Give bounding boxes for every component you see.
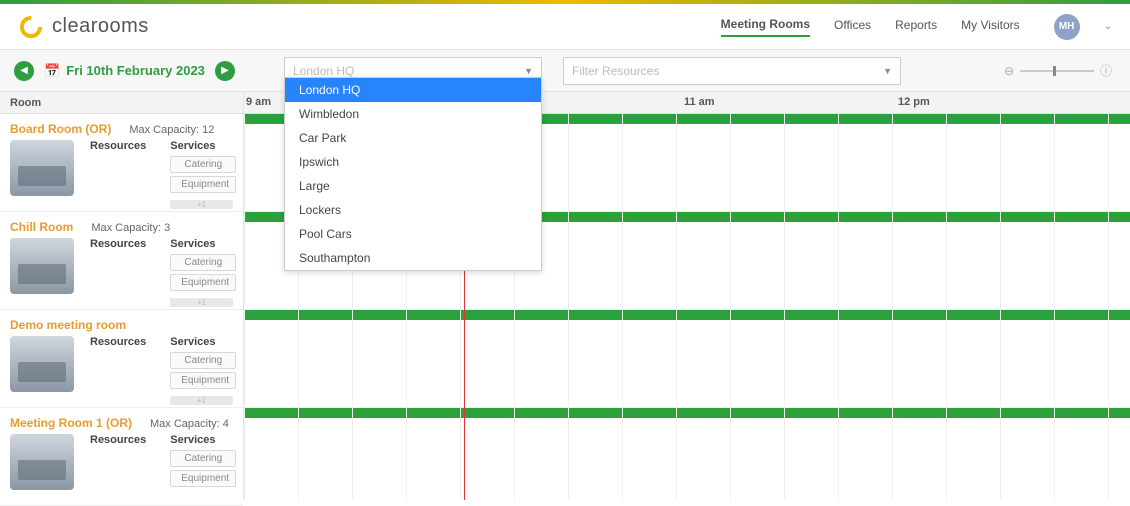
room-name: Meeting Room 1 (OR): [10, 416, 132, 430]
service-tag[interactable]: Equipment: [170, 470, 236, 487]
room-list-column: Room Board Room (OR) Max Capacity: 12 Re…: [0, 92, 244, 500]
calendar-icon: 📅: [44, 63, 60, 79]
expand-bar[interactable]: +1: [170, 298, 233, 307]
logo-icon: [18, 14, 44, 40]
time-tick: 9 am: [246, 96, 271, 108]
chevron-down-icon: ▼: [883, 66, 892, 76]
room-capacity: Max Capacity: 12: [129, 124, 214, 136]
room-name: Board Room (OR): [10, 122, 111, 136]
location-option[interactable]: Car Park: [285, 126, 541, 150]
chevron-down-icon[interactable]: ⌄: [1104, 21, 1112, 32]
main-nav: Meeting Rooms Offices Reports My Visitor…: [721, 14, 1112, 40]
nav-my-visitors[interactable]: My Visitors: [961, 18, 1019, 36]
availability-bar: [244, 408, 1130, 418]
room-card[interactable]: Board Room (OR) Max Capacity: 12 Resourc…: [0, 114, 243, 212]
location-dropdown: London HQ Wimbledon Car Park Ipswich Lar…: [284, 77, 542, 271]
location-option[interactable]: London HQ: [285, 78, 541, 102]
room-thumbnail: [10, 140, 74, 196]
zoom-out-icon: ⊖: [1004, 64, 1014, 78]
room-thumbnail: [10, 434, 74, 490]
expand-bar[interactable]: +1: [170, 396, 233, 405]
room-name: Chill Room: [10, 220, 73, 234]
zoom-in-icon: ⓘ: [1100, 62, 1112, 79]
next-day-button[interactable]: ▶: [215, 61, 235, 81]
service-tag[interactable]: Equipment: [170, 176, 236, 193]
location-option[interactable]: Ipswich: [285, 150, 541, 174]
service-tag[interactable]: Equipment: [170, 372, 236, 389]
time-tick: 11 am: [684, 96, 715, 108]
expand-bar[interactable]: +1: [170, 200, 233, 209]
service-tag[interactable]: Catering: [170, 450, 236, 467]
prev-day-button[interactable]: ◀: [14, 61, 34, 81]
room-card[interactable]: Chill Room Max Capacity: 3 Resources Ser…: [0, 212, 243, 310]
services-label: Services: [170, 140, 236, 152]
service-tag[interactable]: Catering: [170, 156, 236, 173]
room-thumbnail: [10, 336, 74, 392]
room-capacity: Max Capacity: 4: [150, 418, 229, 430]
service-tag[interactable]: Catering: [170, 254, 236, 271]
chevron-down-icon: ▼: [524, 66, 533, 76]
brand-name: clearooms: [52, 15, 149, 38]
timeline-row[interactable]: [244, 310, 1130, 408]
room-capacity: Max Capacity: 3: [91, 222, 170, 234]
location-option[interactable]: Pool Cars: [285, 222, 541, 246]
nav-meeting-rooms[interactable]: Meeting Rooms: [721, 17, 810, 37]
service-tag[interactable]: Equipment: [170, 274, 236, 291]
location-option[interactable]: Southampton: [285, 246, 541, 270]
current-date[interactable]: 📅 Fri 10th February 2023: [44, 63, 205, 79]
room-thumbnail: [10, 238, 74, 294]
app-header: clearooms Meeting Rooms Offices Reports …: [0, 4, 1130, 50]
availability-bar: [244, 310, 1130, 320]
nav-offices[interactable]: Offices: [834, 18, 871, 36]
service-tag[interactable]: Catering: [170, 352, 236, 369]
room-name: Demo meeting room: [10, 318, 126, 332]
location-option[interactable]: Large: [285, 174, 541, 198]
location-option[interactable]: Wimbledon: [285, 102, 541, 126]
room-card[interactable]: Demo meeting room Resources Services Cat…: [0, 310, 243, 408]
brand-logo: clearooms: [18, 14, 149, 40]
room-card[interactable]: Meeting Room 1 (OR) Max Capacity: 4 Reso…: [0, 408, 243, 506]
filter-resources-select[interactable]: Filter Resources ▼: [563, 57, 901, 85]
nav-reports[interactable]: Reports: [895, 18, 937, 36]
timeline-row[interactable]: [244, 408, 1130, 500]
zoom-slider[interactable]: ⊖ ⓘ: [1004, 62, 1112, 79]
time-tick: 12 pm: [898, 96, 930, 108]
room-column-header: Room: [0, 92, 243, 114]
location-option[interactable]: Lockers: [285, 198, 541, 222]
date-toolbar: ◀ 📅 Fri 10th February 2023 ▶ London HQ ▼…: [0, 50, 1130, 92]
avatar[interactable]: MH: [1054, 14, 1080, 40]
resources-label: Resources: [90, 140, 146, 152]
